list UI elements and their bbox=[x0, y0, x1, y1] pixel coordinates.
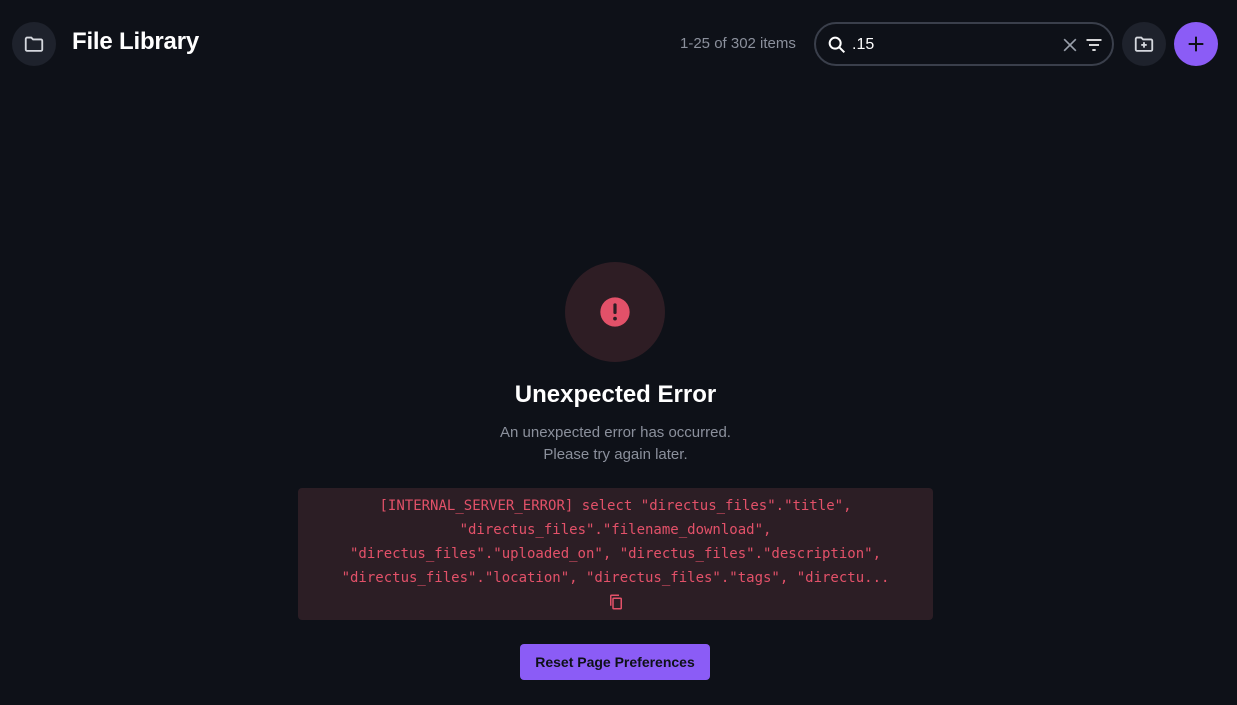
create-folder-button[interactable] bbox=[1122, 22, 1166, 66]
folder-icon bbox=[24, 36, 44, 52]
reset-preferences-button[interactable]: Reset Page Preferences bbox=[520, 644, 710, 680]
add-file-button[interactable] bbox=[1174, 22, 1218, 66]
item-count: 1-25 of 302 items bbox=[680, 35, 796, 52]
error-message-line: Please try again later. bbox=[543, 446, 688, 463]
error-code-line: [INTERNAL_SERVER_ERROR] select "directus… bbox=[379, 498, 852, 514]
error-code-line: "directus_files"."filename_download", bbox=[459, 522, 772, 538]
folder-nav-button[interactable] bbox=[12, 22, 56, 66]
search-input[interactable] bbox=[852, 34, 1052, 56]
copy-icon[interactable] bbox=[607, 592, 625, 612]
alert-circle-icon bbox=[600, 297, 630, 327]
error-icon-badge bbox=[565, 262, 665, 362]
search-bar[interactable] bbox=[814, 22, 1114, 66]
filter-icon[interactable] bbox=[1084, 35, 1104, 55]
plus-icon bbox=[1188, 36, 1204, 52]
page-title: File Library bbox=[72, 28, 199, 55]
error-title: Unexpected Error bbox=[514, 381, 717, 408]
header-bar: File Library 1-25 of 302 items bbox=[0, 0, 1237, 88]
close-icon[interactable] bbox=[1060, 35, 1080, 55]
search-icon bbox=[828, 36, 846, 54]
error-message-line: An unexpected error has occurred. bbox=[500, 424, 731, 441]
error-code-line: "directus_files"."uploaded_on", "directu… bbox=[349, 546, 881, 562]
folder-plus-icon bbox=[1134, 36, 1154, 52]
error-code-line: "directus_files"."location", "directus_f… bbox=[341, 570, 890, 586]
error-details-box: [INTERNAL_SERVER_ERROR] select "directus… bbox=[298, 488, 933, 620]
error-message: An unexpected error has occurred. Please… bbox=[0, 422, 1231, 466]
